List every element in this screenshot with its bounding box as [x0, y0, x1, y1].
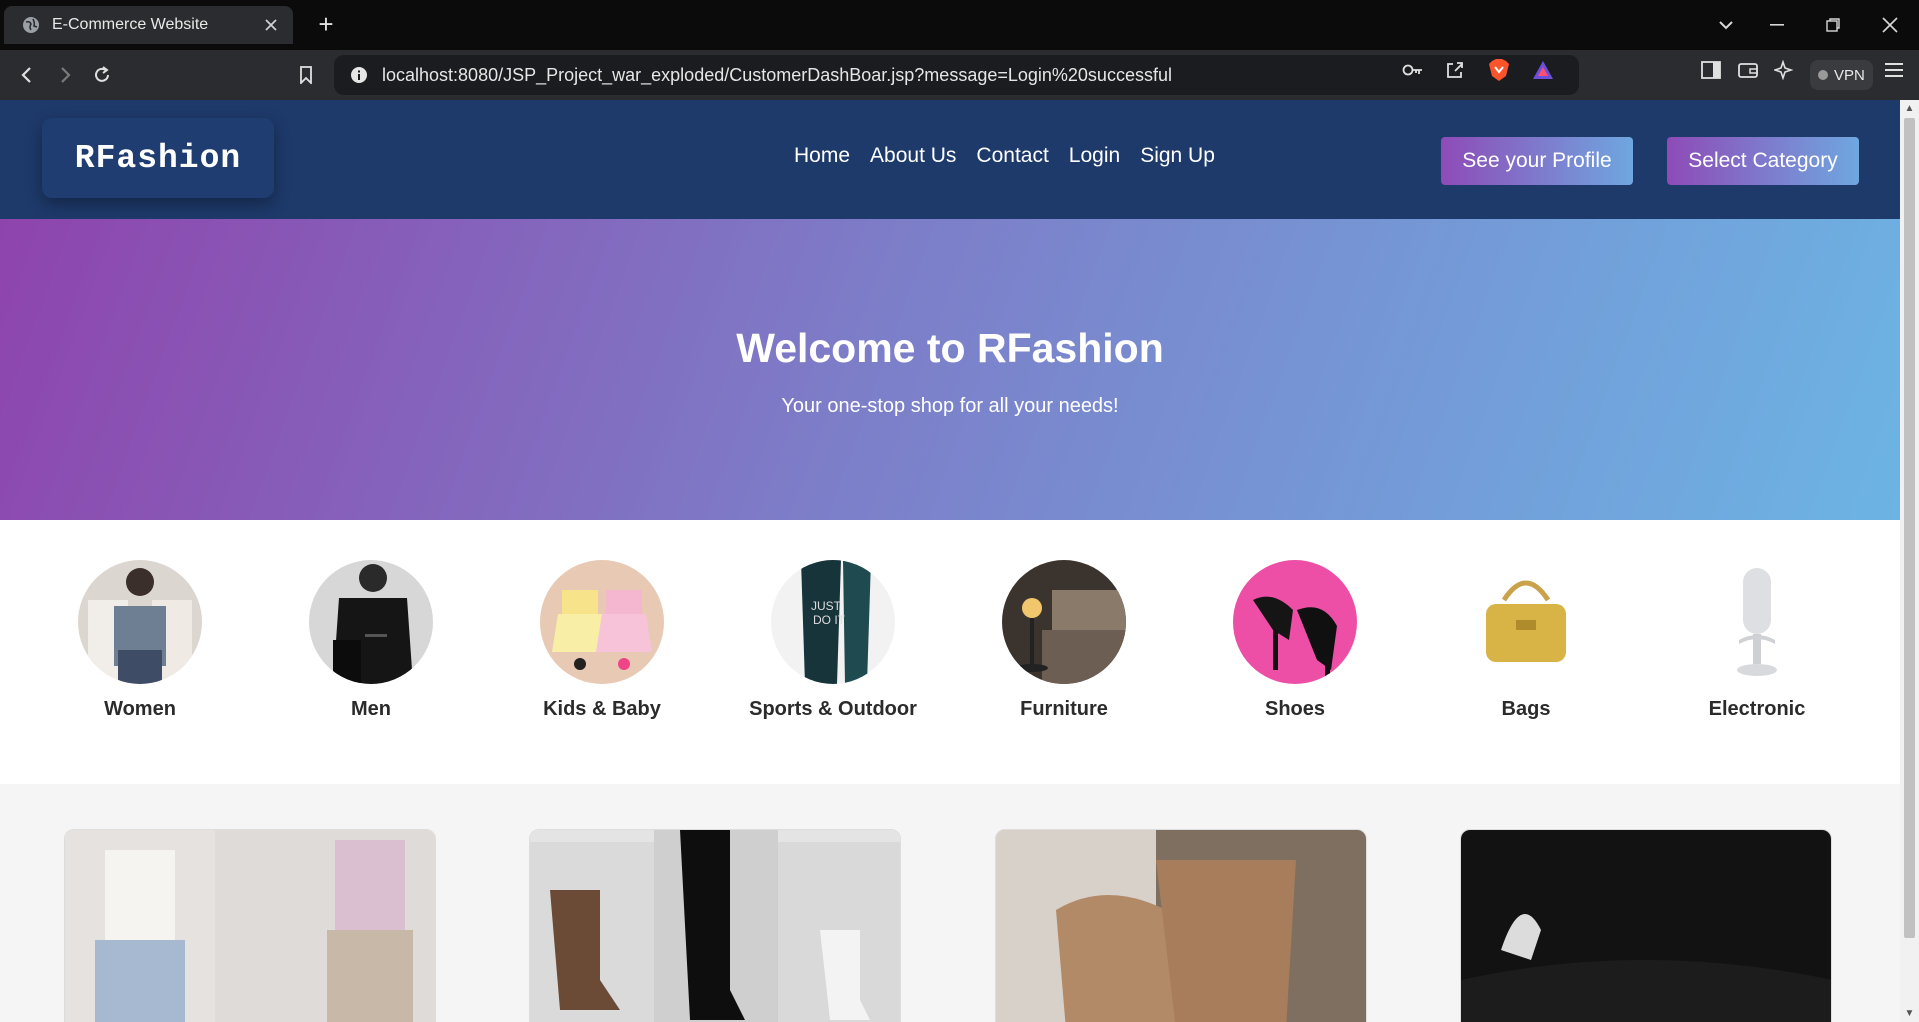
vpn-button[interactable]: VPN	[1810, 60, 1873, 90]
rewards-triangle-icon[interactable]	[1531, 58, 1555, 82]
category-kids-baby[interactable]: Kids & Baby	[492, 560, 712, 721]
nav-home[interactable]: Home	[794, 144, 850, 168]
category-strip: Women Men Kids & Baby JUST DO IT Sports &…	[0, 520, 1900, 784]
category-sports-outdoor[interactable]: JUST DO IT Sports & Outdoor	[723, 560, 943, 721]
ai-sparkle-icon[interactable]	[1772, 58, 1796, 82]
info-icon[interactable]	[340, 66, 378, 84]
see-profile-button[interactable]: See your Profile	[1441, 137, 1633, 185]
category-label: Shoes	[1264, 698, 1326, 720]
scroll-up-icon[interactable]: ▲	[1900, 100, 1919, 117]
back-arrow-icon[interactable]	[10, 58, 44, 92]
category-bags[interactable]: Bags	[1416, 560, 1636, 721]
product-image	[996, 830, 1366, 1022]
product-card[interactable]	[1460, 829, 1832, 1022]
product-card[interactable]	[64, 829, 436, 1022]
nav-sign-up[interactable]: Sign Up	[1140, 144, 1215, 168]
product-image	[530, 830, 900, 1022]
chevron-down-icon[interactable]	[1709, 8, 1743, 42]
new-tab-button[interactable]: +	[313, 11, 339, 38]
close-icon[interactable]	[261, 15, 281, 35]
furniture-category-image	[1002, 560, 1126, 684]
nav-contact[interactable]: Contact	[976, 144, 1048, 168]
page-scrollbar[interactable]: ▲ ▼	[1900, 100, 1919, 1022]
product-image	[65, 830, 435, 1022]
reload-icon[interactable]	[85, 58, 119, 92]
brave-shield-icon[interactable]	[1487, 58, 1511, 82]
category-label: Women	[104, 698, 176, 720]
scroll-down-icon[interactable]: ▼	[1900, 1005, 1919, 1022]
main-nav: Home About Us Contact Login Sign Up	[794, 144, 1215, 168]
category-label: Electronic	[1708, 698, 1806, 720]
minimize-icon[interactable]	[1760, 8, 1794, 42]
category-label: Bags	[1501, 698, 1551, 720]
hero-title: Welcome to RFashion	[736, 325, 1164, 371]
sidebar-icon[interactable]	[1699, 58, 1723, 82]
category-electronic[interactable]: Electronic	[1647, 560, 1867, 721]
shoes-category-image	[1233, 560, 1357, 684]
sports-outdoor-category-image: JUST DO IT	[771, 560, 895, 684]
window-close-icon[interactable]	[1873, 8, 1907, 42]
category-shoes[interactable]: Shoes	[1185, 560, 1405, 721]
site-header: RFashion Home About Us Contact Login Sig…	[0, 100, 1900, 219]
hamburger-menu-icon[interactable]	[1882, 58, 1906, 82]
category-label: Furniture	[1020, 698, 1108, 720]
product-card[interactable]	[995, 829, 1367, 1022]
category-label: Sports & Outdoor	[749, 698, 917, 720]
category-women[interactable]: Women	[30, 560, 250, 721]
browser-toolbar: localhost:8080/JSP_Project_war_exploded/…	[0, 50, 1919, 100]
electronic-category-image	[1695, 560, 1819, 684]
wallet-icon[interactable]	[1736, 58, 1760, 82]
category-label: Men	[351, 698, 391, 720]
product-card[interactable]	[529, 829, 901, 1022]
category-label: Kids & Baby	[543, 698, 661, 720]
scrollbar-thumb[interactable]	[1904, 118, 1915, 938]
browser-tab-bar: E-Commerce Website +	[0, 0, 1919, 50]
site-logo[interactable]: RFashion	[42, 118, 274, 198]
tab-title: E-Commerce Website	[52, 16, 209, 33]
men-category-image	[309, 560, 433, 684]
vpn-status-icon	[1818, 70, 1828, 80]
product-grid	[0, 784, 1900, 1022]
category-men[interactable]: Men	[261, 560, 481, 721]
page-viewport: RFashion Home About Us Contact Login Sig…	[0, 100, 1900, 1022]
address-bar[interactable]: localhost:8080/JSP_Project_war_exploded/…	[334, 55, 1579, 95]
share-icon[interactable]	[1443, 58, 1467, 82]
bags-category-image	[1464, 560, 1588, 684]
nav-login[interactable]: Login	[1069, 144, 1120, 168]
browser-tab[interactable]: E-Commerce Website	[4, 6, 293, 44]
category-furniture[interactable]: Furniture	[954, 560, 1174, 721]
svg-text:JUST: JUST	[811, 599, 842, 613]
kids-baby-category-image	[540, 560, 664, 684]
key-icon[interactable]	[1401, 58, 1425, 82]
hero-banner: Welcome to RFashion Your one-stop shop f…	[0, 219, 1900, 520]
globe-icon	[22, 16, 40, 34]
vpn-label: VPN	[1834, 66, 1865, 84]
hero-subtitle: Your one-stop shop for all your needs!	[781, 395, 1119, 417]
nav-about-us[interactable]: About Us	[870, 144, 956, 168]
women-category-image	[78, 560, 202, 684]
bookmark-icon[interactable]	[289, 58, 323, 92]
product-image	[1461, 830, 1831, 1022]
restore-icon[interactable]	[1816, 8, 1850, 42]
forward-arrow-icon[interactable]	[48, 58, 82, 92]
select-category-button[interactable]: Select Category	[1667, 137, 1859, 185]
url-text[interactable]: localhost:8080/JSP_Project_war_exploded/…	[382, 65, 1579, 86]
svg-text:DO IT: DO IT	[813, 613, 846, 627]
